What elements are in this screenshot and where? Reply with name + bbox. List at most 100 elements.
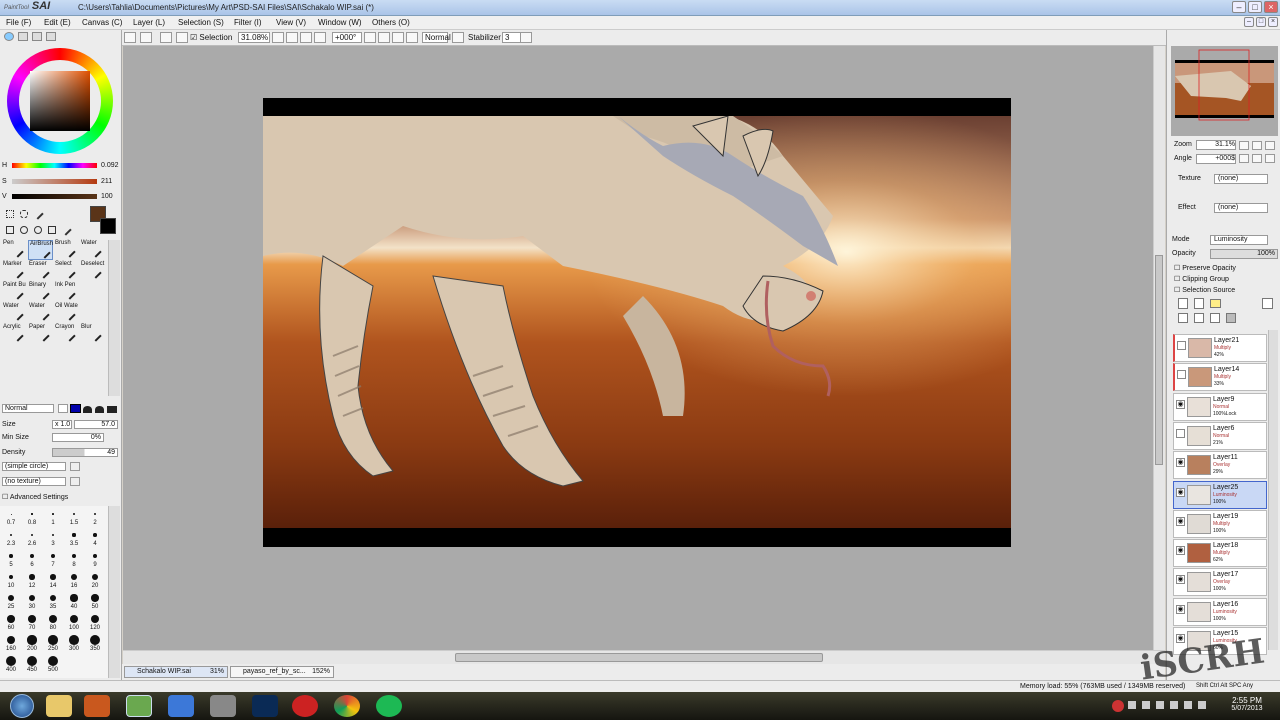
doc-tab-schakalo[interactable]: Schakalo WIP.sai 31% [124,666,228,678]
selection-source-checkbox[interactable]: ☐ Selection Source [1174,286,1235,294]
artwork-canvas[interactable] [263,116,1011,528]
layer-panel-option-icon[interactable] [1262,298,1273,309]
menu-file[interactable]: File (F) [6,18,31,27]
network-icon[interactable] [1184,701,1192,709]
visibility-eye-icon[interactable] [1176,428,1185,438]
tray-record-icon[interactable] [1112,700,1124,712]
layer-row[interactable]: ◉ Layer25 Luminosity 100% [1173,480,1267,509]
tool-4[interactable]: Marker [2,261,27,281]
doc-tab-payaso[interactable]: payaso_ref_by_sc... 152% [230,666,334,678]
brush-size-preset[interactable] [51,533,55,537]
eyedropper-icon[interactable] [60,224,72,236]
new-folder-icon[interactable] [1210,299,1221,308]
close-button[interactable]: × [1264,1,1278,13]
effect-select[interactable]: (none) [1214,203,1268,213]
brush-blend-dropdown-icon[interactable] [58,404,68,413]
brush-texture-select[interactable]: (no texture) [2,477,66,486]
rect-select-icon[interactable] [6,210,14,218]
zoom-icon[interactable] [20,226,28,234]
move-icon[interactable] [6,226,14,234]
tool-18[interactable]: Crayon [54,324,79,344]
recorder-icon[interactable] [292,695,318,717]
layer-row[interactable]: ◉ Layer11 Overlay 29% [1173,451,1267,480]
brush-texture-dropdown-icon[interactable] [70,477,80,486]
brush-shape-round-icon[interactable] [83,406,92,413]
brush-size-preset[interactable] [71,553,77,559]
clipping-group-checkbox[interactable]: ☐ Clipping Group [1174,275,1229,283]
magic-wand-icon[interactable] [32,208,44,220]
layer-row[interactable]: ◉ Layer18 Multiply 62% [1173,539,1267,568]
brush-size-preset[interactable] [6,635,16,645]
tool-1[interactable]: AirBrush [28,240,53,260]
secondary-color-swatch[interactable] [100,218,116,234]
doc-minimize-button[interactable]: – [1244,17,1254,27]
media-player-icon[interactable] [84,695,110,717]
brush-size-preset[interactable] [70,594,78,602]
tool-13[interactable]: Water [28,303,53,323]
menu-selection[interactable]: Selection (S) [178,18,224,27]
brush-size-preset[interactable] [91,594,99,602]
nav-rotate-right-button[interactable] [1252,154,1262,163]
tool-17[interactable]: Paper [28,324,53,344]
brush-size-preset[interactable] [48,635,58,645]
brush-size-preset[interactable] [29,574,35,580]
brush-size-preset[interactable] [9,554,13,558]
brush-size-preset[interactable] [93,512,97,516]
brush-blend-select[interactable]: Normal [2,404,54,413]
brush-shape-select[interactable]: (simple circle) [2,462,66,471]
brush-size-preset[interactable] [31,513,33,515]
visibility-eye-icon[interactable]: ◉ [1176,399,1185,409]
tool-scrollbar[interactable] [108,240,120,396]
tray-icon[interactable] [1170,701,1178,709]
tool-2[interactable]: Brush [54,240,79,260]
size-slider[interactable]: 57.0 [74,420,118,429]
visibility-eye-icon[interactable]: ◉ [1176,458,1185,468]
brush-size-preset[interactable] [50,574,56,580]
tool-9[interactable]: Binary [28,282,53,302]
tool-8[interactable]: Paint Bu [2,282,27,302]
visibility-eye-icon[interactable]: ◉ [1176,516,1185,526]
color-wheel-tab[interactable] [4,32,14,41]
transfer-down-icon[interactable] [1178,313,1188,323]
rgb-slider-tab[interactable] [18,32,28,41]
saturation-value-square[interactable] [30,71,90,131]
preserve-opacity-checkbox[interactable]: ☐ Preserve Opacity [1174,264,1236,272]
new-linework-layer-icon[interactable] [1194,298,1204,309]
merge-down-icon[interactable] [1194,313,1204,323]
tool-3[interactable]: Water [80,240,105,260]
menu-filter[interactable]: Filter (I) [234,18,262,27]
density-slider[interactable]: 49 [52,448,118,457]
brush-size-preset[interactable] [91,573,99,581]
flip-button[interactable] [406,32,418,43]
brush-size-preset[interactable] [7,594,15,602]
brush-shape-soft-icon[interactable] [95,406,104,413]
zoom-fit-button[interactable] [314,32,326,43]
brush-size-preset[interactable] [69,635,79,645]
spotify-icon[interactable] [376,695,402,717]
menu-others[interactable]: Others (O) [372,18,410,27]
new-layer-icon[interactable] [1178,298,1188,309]
visibility-eye-icon[interactable]: ◉ [1176,604,1185,614]
tool-16[interactable]: Acrylic [2,324,27,344]
brush-size-preset[interactable] [8,574,14,580]
hue-slider[interactable] [12,163,97,168]
itunes-icon[interactable] [168,695,194,717]
brush-size-preset[interactable] [90,635,100,645]
nav-zoom-out-button[interactable] [1239,141,1249,150]
tray-icon[interactable] [1128,701,1136,709]
tool-5[interactable]: Eraser [28,261,53,281]
delete-layer-icon[interactable] [1226,313,1236,323]
rotate-icon[interactable] [34,226,42,234]
sai-taskbar-icon[interactable] [126,695,152,717]
angle-field[interactable]: +000° [332,32,362,43]
explorer-icon[interactable] [46,695,72,717]
brush-size-preset[interactable] [71,574,77,580]
brush-size-preset[interactable] [10,513,12,515]
minimize-button[interactable]: – [1232,1,1246,13]
layer-row[interactable]: ◉ Layer16 Luminosity 100% [1173,597,1267,626]
deselect-button[interactable] [160,32,172,43]
navigator-preview[interactable] [1171,46,1278,136]
nav-rotate-reset-button[interactable] [1265,154,1275,163]
brush-size-preset[interactable] [28,594,36,602]
zoom-in-button[interactable] [272,32,284,43]
